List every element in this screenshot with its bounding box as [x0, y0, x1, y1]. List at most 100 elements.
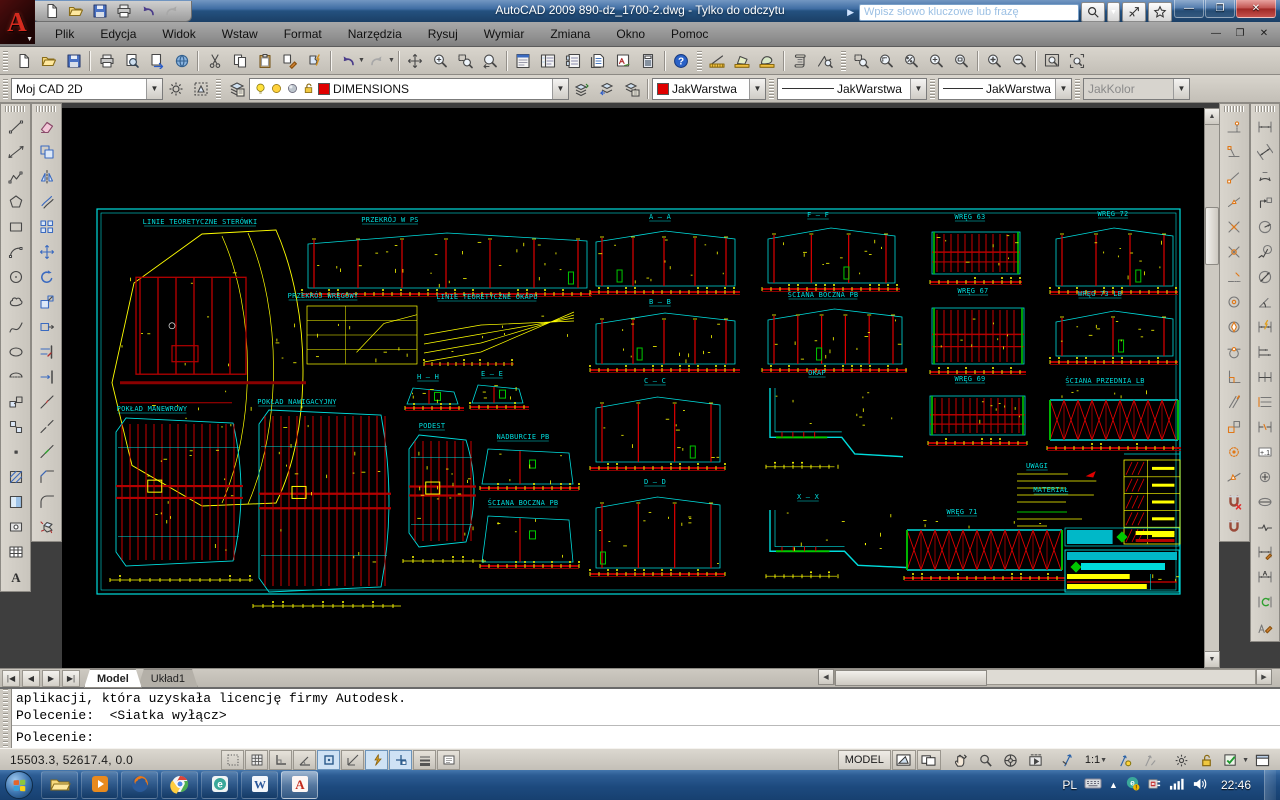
markup-set-manager-button[interactable]	[611, 48, 636, 73]
erase-button[interactable]	[33, 114, 60, 139]
arc-length-button[interactable]	[1251, 164, 1278, 189]
toolbar-grip[interactable]	[5, 106, 26, 112]
menu-item-okno[interactable]: Okno	[603, 23, 658, 45]
id-point-button[interactable]	[813, 48, 838, 73]
horizontal-scroll-thumb[interactable]	[835, 670, 987, 686]
dimension-jog-line-button[interactable]	[1251, 514, 1278, 539]
baseline-button[interactable]	[1251, 339, 1278, 364]
tab-nav-first[interactable]: |◀	[2, 670, 20, 687]
linetype-combo-arrow[interactable]: ▼	[910, 79, 926, 99]
taskbar-app-eset[interactable]: e	[201, 771, 238, 799]
menu-item-narzedzia[interactable]: Narzędzia	[335, 23, 415, 45]
toggle-grid[interactable]	[245, 750, 268, 770]
toolbar-grip[interactable]	[216, 79, 221, 99]
taskbar-app-firefox[interactable]	[121, 771, 158, 799]
search-options-dropdown[interactable]: ▼	[1107, 2, 1120, 22]
pan-button[interactable]	[403, 48, 428, 73]
toolbar-grip[interactable]	[841, 51, 846, 71]
tolerance-button[interactable]: +.1	[1251, 439, 1278, 464]
workspace-settings-button[interactable]	[163, 76, 188, 101]
paste-button[interactable]	[252, 48, 277, 73]
search-button[interactable]	[1081, 2, 1105, 22]
my-workspace-button[interactable]	[188, 76, 213, 101]
toggle-dyn[interactable]	[389, 750, 412, 770]
annotation-scale-dropdown-icon[interactable]: ▼	[1100, 757, 1107, 764]
move-button[interactable]	[33, 239, 60, 264]
redo-button[interactable]	[365, 48, 390, 73]
ellipse-button[interactable]	[2, 339, 29, 364]
offset-button[interactable]	[33, 189, 60, 214]
taskbar-app-explorer[interactable]	[41, 771, 78, 799]
clean-screen-icon[interactable]	[1250, 750, 1274, 770]
color-combo-arrow[interactable]: ▼	[749, 79, 765, 99]
chamfer-button[interactable]	[33, 464, 60, 489]
dimension-break-button[interactable]	[1251, 414, 1278, 439]
dimension-update-button[interactable]	[1251, 589, 1278, 614]
snap-to-parallel-button[interactable]	[1221, 389, 1248, 414]
command-prompt[interactable]: Polecenie:	[12, 726, 1280, 749]
trim-button[interactable]	[33, 339, 60, 364]
workspace-combo-arrow[interactable]: ▼	[146, 79, 162, 99]
properties-button[interactable]	[511, 48, 536, 73]
toggle-polar[interactable]	[293, 750, 316, 770]
horizontal-scroll-track[interactable]	[834, 669, 1256, 685]
snap-to-midpoint-button[interactable]	[1221, 189, 1248, 214]
save-button[interactable]	[61, 48, 86, 73]
redo-flyout-icon[interactable]: ▼	[388, 57, 395, 64]
layer-properties-manager-button[interactable]	[224, 76, 249, 101]
continue-button[interactable]	[1251, 364, 1278, 389]
menu-item-format[interactable]: Format	[271, 23, 335, 45]
zoom-window-button[interactable]	[849, 48, 874, 73]
restore-button[interactable]: ❐	[1205, 0, 1235, 18]
taskbar-app-word[interactable]: W	[241, 771, 278, 799]
region-mass-properties-button[interactable]	[755, 48, 780, 73]
copy-button[interactable]	[227, 48, 252, 73]
toggle-snap[interactable]	[221, 750, 244, 770]
drawing-close-button[interactable]: ✕	[1254, 26, 1274, 41]
toolbar-grip[interactable]	[697, 51, 702, 71]
ellipse-arc-button[interactable]	[2, 364, 29, 389]
annotation-scale-icon[interactable]	[1056, 750, 1080, 770]
break-button[interactable]	[33, 414, 60, 439]
toggle-qp[interactable]	[437, 750, 460, 770]
workspace-switch-gear-icon[interactable]	[1169, 750, 1193, 770]
lineweight-combo-arrow[interactable]: ▼	[1055, 79, 1071, 99]
showmotion-icon[interactable]	[1024, 750, 1048, 770]
vertical-scrollbar[interactable]: ▲ ▼	[1204, 108, 1219, 668]
horizontal-scrollbar[interactable]: ◀ ▶	[818, 669, 1272, 685]
layer-combo[interactable]: DIMENSIONS ▼	[249, 78, 569, 100]
toolbar-grip[interactable]	[36, 106, 57, 112]
mirror-button[interactable]	[33, 164, 60, 189]
line-button[interactable]	[2, 114, 29, 139]
layout-tabs-icon[interactable]	[917, 750, 941, 770]
eset-tray-icon[interactable]: e!	[1125, 776, 1140, 794]
minimize-button[interactable]: —	[1174, 0, 1204, 18]
taskbar-app-media-player[interactable]	[81, 771, 118, 799]
snap-to-insertion-button[interactable]	[1221, 414, 1248, 439]
annotation-scale-value[interactable]: 1:1▼	[1081, 751, 1111, 769]
power-plug-icon[interactable]	[1147, 776, 1162, 794]
scroll-up-arrow[interactable]: ▲	[1204, 108, 1220, 125]
toggle-ortho[interactable]	[269, 750, 292, 770]
arc-button[interactable]	[2, 239, 29, 264]
snap-to-extension-button[interactable]	[1221, 264, 1248, 289]
dimension-text-edit-button[interactable]: A	[1251, 564, 1278, 589]
zoom-window-button[interactable]	[453, 48, 478, 73]
snap-to-quadrant-button[interactable]	[1221, 314, 1248, 339]
vertical-scroll-thumb[interactable]	[1205, 207, 1219, 265]
drawing-status-dropdown-icon[interactable]: ▼	[1242, 757, 1249, 764]
volume-speaker-icon[interactable]	[1192, 777, 1208, 794]
model-tab-icon[interactable]	[892, 750, 916, 770]
hatch-button[interactable]	[2, 464, 29, 489]
construction-line-button[interactable]	[2, 139, 29, 164]
angular-button[interactable]	[1251, 289, 1278, 314]
multiline-text-button[interactable]: A	[2, 564, 29, 589]
layer-combo-arrow[interactable]: ▼	[552, 79, 568, 99]
dimension-style-button[interactable]	[1251, 614, 1278, 639]
scale-button[interactable]	[33, 289, 60, 314]
tab-nav-next[interactable]: ▶	[42, 670, 60, 687]
zoom-all-button[interactable]	[1040, 48, 1065, 73]
taskbar-app-chrome[interactable]	[161, 771, 198, 799]
steering-wheel-icon[interactable]	[999, 750, 1023, 770]
start-button[interactable]	[5, 771, 33, 799]
